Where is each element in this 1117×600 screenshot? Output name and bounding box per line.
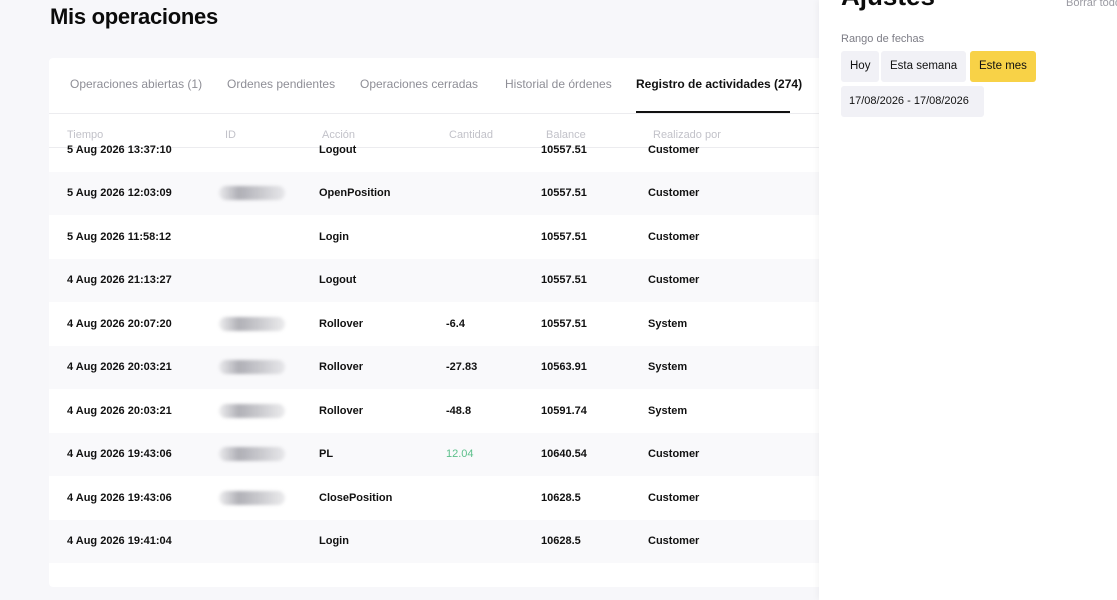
table-row[interactable]: 4 Aug 2026 19:41:04 Login 10628.5 Customer xyxy=(49,519,879,563)
cell-performed-by: System xyxy=(648,404,688,417)
tab-bar: Operaciones abiertas (1) Ordenes pendien… xyxy=(49,58,879,114)
tab-activity-log[interactable]: Registro de actividades (274) xyxy=(636,77,802,91)
redacted-id xyxy=(219,360,285,375)
table-row[interactable]: 5 Aug 2026 12:03:09 OpenPosition 10557.51 C… xyxy=(49,171,879,215)
cell-balance: 10563.91 xyxy=(541,361,587,374)
tab-pending-orders[interactable]: Ordenes pendientes xyxy=(227,77,335,91)
cell-time: 5 Aug 2026 12:03:09 xyxy=(67,187,172,200)
cell-time: 5 Aug 2026 13:37:10 xyxy=(67,143,172,156)
cell-time: 4 Aug 2026 19:41:04 xyxy=(67,535,172,548)
cell-action: ClosePosition xyxy=(319,491,393,504)
table-row[interactable]: 4 Aug 2026 19:43:06 PL 12.04 10640.54 Custom… xyxy=(49,432,879,476)
settings-panel: Ajustes Borrar todo Rango de fechas Hoy … xyxy=(819,0,1117,600)
chip-today[interactable]: Hoy xyxy=(841,51,880,82)
cell-balance: 10640.54 xyxy=(541,448,587,461)
cell-time: 4 Aug 2026 19:43:06 xyxy=(67,448,172,461)
cell-action: Rollover xyxy=(319,317,364,330)
cell-balance: 10557.51 xyxy=(541,274,587,287)
tab-order-history[interactable]: Historial de órdenes xyxy=(505,77,612,91)
cell-action: Login xyxy=(319,230,349,243)
cell-amount: -6.4 xyxy=(446,317,465,330)
cell-amount: 12.04 xyxy=(446,448,474,461)
cell-action: OpenPosition xyxy=(319,187,391,200)
redacted-id xyxy=(219,403,285,418)
cell-performed-by: Customer xyxy=(648,535,700,548)
table-row[interactable]: 4 Aug 2026 21:13:27 Logout 10557.51 Custome… xyxy=(49,258,879,302)
cell-performed-by: Customer xyxy=(648,274,700,287)
cell-time: 4 Aug 2026 19:43:06 xyxy=(67,491,172,504)
cell-time: 4 Aug 2026 20:03:21 xyxy=(67,404,172,417)
page: Mis operaciones Operaciones abiertas (1)… xyxy=(0,0,1117,600)
cell-action: Rollover xyxy=(319,404,364,417)
cell-performed-by: System xyxy=(648,317,688,330)
cell-balance: 10557.51 xyxy=(541,317,587,330)
cell-performed-by: Customer xyxy=(648,491,700,504)
cell-action: Logout xyxy=(319,143,357,156)
date-range-label: Rango de fechas xyxy=(841,33,925,45)
chip-this-week[interactable]: Esta semana xyxy=(881,51,967,82)
table-row[interactable]: 5 Aug 2026 13:37:10 Logout 10557.51 Custome… xyxy=(49,128,879,172)
cell-action: Login xyxy=(319,535,349,548)
table-row[interactable]: 4 Aug 2026 19:43:06 ClosePosition 10628.5 C… xyxy=(49,476,879,520)
cell-amount: -27.83 xyxy=(446,361,478,374)
cell-action: Logout xyxy=(319,274,357,287)
cell-time: 4 Aug 2026 20:07:20 xyxy=(67,317,172,330)
chip-this-month[interactable]: Este mes xyxy=(970,51,1036,82)
settings-title: Ajustes xyxy=(841,0,935,12)
cell-balance: 10628.5 xyxy=(541,491,581,504)
cell-time: 5 Aug 2026 11:58:12 xyxy=(67,230,172,243)
cell-action: Rollover xyxy=(319,361,364,374)
clear-all-link[interactable]: Borrar todo xyxy=(1066,0,1117,9)
active-tab-indicator xyxy=(636,111,790,113)
redacted-id xyxy=(219,490,285,505)
table-row[interactable]: 4 Aug 2026 20:03:21 Rollover -27.83 10563.9… xyxy=(49,345,879,389)
redacted-id xyxy=(219,447,285,462)
cell-performed-by: System xyxy=(648,361,688,374)
page-title: Mis operaciones xyxy=(50,4,218,29)
cell-amount: -48.8 xyxy=(446,404,472,417)
table-row[interactable]: 4 Aug 2026 20:03:21 Rollover -48.8 10591.74… xyxy=(49,389,879,433)
cell-time: 4 Aug 2026 21:13:27 xyxy=(67,274,172,287)
table-row[interactable]: 5 Aug 2026 11:58:12 Login 10557.51 Customer xyxy=(49,215,879,259)
cell-balance: 10628.5 xyxy=(541,535,581,548)
cell-balance: 10591.74 xyxy=(541,404,587,417)
date-range-field[interactable]: 17/08/2026 - 17/08/2026 xyxy=(841,86,984,117)
cell-balance: 10557.51 xyxy=(541,230,587,243)
cell-balance: 10557.51 xyxy=(541,143,587,156)
cell-performed-by: Customer xyxy=(648,143,700,156)
table-row[interactable]: 4 Aug 2026 20:07:20 Rollover -6.4 10557.51 S… xyxy=(49,302,879,346)
cell-performed-by: Customer xyxy=(648,448,700,461)
cell-performed-by: Customer xyxy=(648,187,700,200)
redacted-id xyxy=(219,316,285,331)
tab-open-operations[interactable]: Operaciones abiertas (1) xyxy=(70,77,202,91)
redacted-id xyxy=(219,186,285,201)
cell-performed-by: Customer xyxy=(648,230,700,243)
operations-card: Operaciones abiertas (1) Ordenes pendien… xyxy=(49,58,879,587)
cell-action: PL xyxy=(319,448,334,461)
cell-balance: 10557.51 xyxy=(541,187,587,200)
tab-closed-operations[interactable]: Operaciones cerradas xyxy=(360,77,478,91)
cell-time: 4 Aug 2026 20:03:21 xyxy=(67,361,172,374)
